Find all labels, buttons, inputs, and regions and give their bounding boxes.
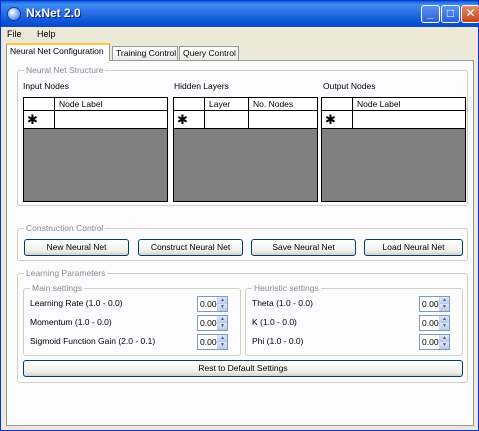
theta-label: Theta (1.0 - 0.0) <box>252 298 313 308</box>
k-stepper[interactable]: 0.000 ▲ ▼ <box>419 315 450 331</box>
neural-net-structure-group: Neural Net Structure Input Nodes Hidden … <box>17 65 468 206</box>
output-nodes-label: Output Nodes <box>323 81 376 91</box>
new-row-marker-icon: ✱ <box>27 112 38 127</box>
new-row[interactable]: ✱ <box>322 111 465 129</box>
construction-control-group: Construction Control New Neural Net Cons… <box>17 223 468 261</box>
new-row-marker-icon: ✱ <box>325 112 336 127</box>
spin-up-icon[interactable]: ▲ <box>218 297 227 304</box>
momentum-label: Momentum (1.0 - 0.0) <box>30 317 112 327</box>
spin-up-icon[interactable]: ▲ <box>440 297 449 304</box>
heuristic-settings-group: Heuristic settings Theta (1.0 - 0.0) 0.0… <box>245 283 463 356</box>
save-neural-net-button[interactable]: Save Neural Net <box>251 239 356 256</box>
column-header-node-label[interactable]: Node Label <box>55 98 167 110</box>
new-row[interactable]: ✱ <box>24 111 167 129</box>
spin-up-icon[interactable]: ▲ <box>218 316 227 323</box>
new-neural-net-button[interactable]: New Neural Net <box>24 239 129 256</box>
minimize-button[interactable]: _ <box>421 5 440 23</box>
group-title: Learning Parameters <box>24 268 108 278</box>
group-title: Construction Control <box>24 223 106 233</box>
tab-strip: Neural Net Configuration Training Contro… <box>1 43 478 61</box>
spin-down-icon[interactable]: ▼ <box>440 304 449 311</box>
no-nodes-cell[interactable] <box>249 111 317 128</box>
title-bar[interactable]: NxNet 2.0 _ □ ✕ <box>1 1 479 27</box>
close-button[interactable]: ✕ <box>461 5 479 23</box>
menu-help[interactable]: Help <box>37 29 56 39</box>
new-row[interactable]: ✱ <box>174 111 317 129</box>
phi-stepper[interactable]: 0.00 ▲ ▼ <box>419 334 450 350</box>
menu-file[interactable]: File <box>7 29 22 39</box>
spin-up-icon[interactable]: ▲ <box>218 335 227 342</box>
reset-default-settings-button[interactable]: Rest to Default Settings <box>23 360 463 377</box>
output-nodes-grid[interactable]: Node Label ✱ <box>321 97 466 202</box>
maximize-button[interactable]: □ <box>441 5 460 23</box>
hidden-layers-label: Hidden Layers <box>174 81 229 91</box>
input-nodes-grid[interactable]: Node Label ✱ <box>23 97 168 202</box>
learning-rate-stepper[interactable]: 0.00 ▲ ▼ <box>197 296 228 312</box>
spin-up-icon[interactable]: ▲ <box>440 335 449 342</box>
grid-header: Node Label <box>24 98 167 111</box>
spin-down-icon[interactable]: ▼ <box>218 342 227 349</box>
main-settings-group: Main settings Learning Rate (1.0 - 0.0) … <box>23 283 241 356</box>
column-header-no-nodes[interactable]: No. Nodes <box>249 98 317 110</box>
tab-neural-net-configuration[interactable]: Neural Net Configuration <box>6 43 110 61</box>
window-title: NxNet 2.0 <box>26 6 81 20</box>
sigmoid-gain-label: Sigmoid Function Gain (2.0 - 0.1) <box>30 336 156 346</box>
k-label: K (1.0 - 0.0) <box>252 317 297 327</box>
spin-down-icon[interactable]: ▼ <box>218 323 227 330</box>
app-window: NxNet 2.0 _ □ ✕ File Help Neural Net Con… <box>0 0 479 431</box>
grid-header: Layer No. Nodes <box>174 98 317 111</box>
tab-training-control[interactable]: Training Control <box>112 46 178 60</box>
new-row-marker-icon: ✱ <box>177 112 188 127</box>
tab-query-control[interactable]: Query Control <box>179 46 239 60</box>
hidden-layers-grid[interactable]: Layer No. Nodes ✱ <box>173 97 318 202</box>
column-header-layer[interactable]: Layer <box>205 98 249 110</box>
momentum-stepper[interactable]: 0.00 ▲ ▼ <box>197 315 228 331</box>
learning-rate-label: Learning Rate (1.0 - 0.0) <box>30 298 123 308</box>
grid-header: Node Label <box>322 98 465 111</box>
group-title: Main settings <box>30 283 85 293</box>
group-title: Heuristic settings <box>252 283 321 293</box>
app-globe-icon <box>7 7 21 21</box>
phi-label: Phi (1.0 - 0.0) <box>252 336 304 346</box>
learning-parameters-group: Learning Parameters Main settings Learni… <box>17 268 468 383</box>
configuration-panel: Neural Net Structure Input Nodes Hidden … <box>6 60 474 426</box>
spin-up-icon[interactable]: ▲ <box>440 316 449 323</box>
layer-cell[interactable] <box>205 111 249 128</box>
column-header-node-label[interactable]: Node Label <box>353 98 465 110</box>
node-label-cell[interactable] <box>353 111 465 128</box>
spin-down-icon[interactable]: ▼ <box>440 323 449 330</box>
input-nodes-label: Input Nodes <box>23 81 69 91</box>
load-neural-net-button[interactable]: Load Neural Net <box>364 239 463 256</box>
node-label-cell[interactable] <box>55 111 167 128</box>
menu-bar: File Help <box>1 27 478 43</box>
theta-stepper[interactable]: 0.00 ▲ ▼ <box>419 296 450 312</box>
construct-neural-net-button[interactable]: Construct Neural Net <box>138 239 243 256</box>
spin-down-icon[interactable]: ▼ <box>218 304 227 311</box>
spin-down-icon[interactable]: ▼ <box>440 342 449 349</box>
sigmoid-gain-stepper[interactable]: 0.00 ▲ ▼ <box>197 334 228 350</box>
group-title: Neural Net Structure <box>24 65 106 75</box>
